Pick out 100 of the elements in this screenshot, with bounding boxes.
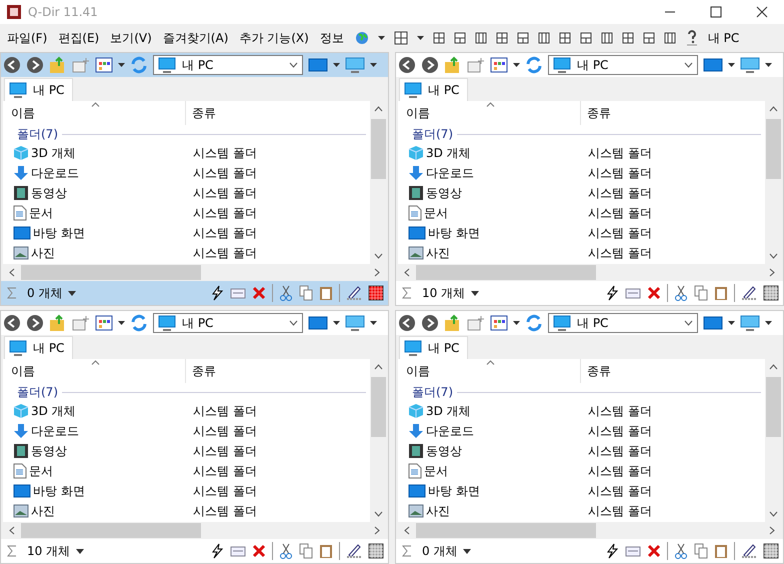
clipboard-icon[interactable] — [714, 285, 728, 301]
scroll-up-icon[interactable] — [768, 364, 778, 370]
column-header[interactable]: 이름 — [3, 359, 186, 383]
pencil-icon[interactable] — [741, 285, 757, 301]
file-name[interactable]: 동영상 — [426, 442, 462, 460]
caret-icon[interactable] — [765, 321, 772, 325]
address-field[interactable]: 내 PC — [548, 313, 698, 333]
group-header[interactable]: 폴더(7) — [17, 384, 58, 400]
scroll-right-icon[interactable] — [769, 268, 775, 277]
item-count[interactable]: 0 개체 — [422, 542, 458, 560]
file-name[interactable]: 사진 — [31, 502, 55, 520]
scissors-icon[interactable] — [279, 543, 293, 559]
view-icon[interactable] — [95, 315, 113, 331]
file-name[interactable]: 3D 개체 — [426, 144, 471, 162]
caret-icon[interactable] — [513, 63, 520, 67]
layout-icon[interactable] — [516, 32, 529, 44]
caret-icon[interactable] — [76, 548, 84, 554]
column-header[interactable]: 종류 — [186, 104, 216, 122]
chevron-icon[interactable] — [289, 62, 298, 68]
scissors-icon[interactable] — [674, 285, 688, 301]
forward-icon[interactable] — [421, 56, 439, 74]
column-header[interactable]: 이름 — [3, 101, 186, 125]
address-field[interactable]: 내 PC — [548, 55, 698, 75]
caret-icon[interactable] — [118, 63, 125, 67]
scroll-up-icon[interactable] — [768, 106, 778, 112]
delete-icon[interactable] — [647, 544, 661, 558]
layout-icon[interactable] — [600, 32, 613, 44]
group-header[interactable]: 폴더(7) — [17, 126, 58, 142]
file-name[interactable]: 바탕 화면 — [33, 224, 85, 242]
folder-up-icon[interactable] — [444, 314, 462, 332]
folder-up-icon[interactable] — [49, 314, 67, 332]
file-name[interactable]: 사진 — [426, 244, 450, 262]
clipboard-icon[interactable] — [319, 285, 333, 301]
column-header[interactable]: 이름 — [398, 101, 581, 125]
caret-icon[interactable] — [728, 63, 735, 67]
monitor-icon[interactable] — [703, 316, 723, 330]
back-icon[interactable] — [398, 56, 416, 74]
clipboard-icon[interactable] — [714, 543, 728, 559]
back-icon[interactable] — [3, 314, 21, 332]
globe-icon[interactable] — [354, 31, 369, 45]
caret-icon[interactable] — [471, 290, 480, 296]
scroll-left-icon[interactable] — [9, 268, 15, 277]
scroll-up-icon[interactable] — [374, 106, 382, 112]
caret-icon[interactable] — [513, 321, 520, 325]
envelope-icon[interactable] — [230, 545, 246, 557]
scroll-right-icon[interactable] — [769, 526, 775, 535]
pencil-icon[interactable] — [741, 543, 757, 559]
item-count[interactable]: 10 개체 — [422, 284, 466, 302]
caret-icon[interactable] — [68, 290, 76, 296]
maximize-icon[interactable] — [710, 6, 722, 18]
scissors-icon[interactable] — [279, 285, 293, 301]
copy-icon[interactable] — [299, 543, 313, 559]
help-icon[interactable] — [684, 30, 699, 46]
menu-item[interactable]: 추가 기능(X) — [239, 30, 309, 46]
scroll-left-icon[interactable] — [404, 526, 410, 535]
scroll-left-icon[interactable] — [404, 268, 410, 277]
monitor-icon[interactable] — [308, 316, 328, 330]
caret-icon[interactable] — [378, 36, 385, 40]
file-name[interactable]: 다운로드 — [31, 164, 79, 182]
file-name[interactable]: 동영상 — [31, 442, 67, 460]
computer-icon[interactable] — [345, 315, 365, 331]
clipboard-icon[interactable] — [319, 543, 333, 559]
caret-icon[interactable] — [370, 321, 377, 325]
menu-item[interactable]: 보기(V) — [110, 30, 152, 46]
caret-icon[interactable] — [463, 548, 472, 554]
file-name[interactable]: 다운로드 — [31, 422, 79, 440]
tab[interactable]: 내 PC — [399, 78, 468, 101]
menu-item[interactable]: 편집(E) — [58, 30, 100, 46]
view-icon[interactable] — [490, 57, 508, 73]
file-name[interactable]: 3D 개체 — [31, 144, 76, 162]
file-name[interactable]: 문서 — [424, 462, 448, 480]
column-header[interactable]: 종류 — [186, 362, 216, 380]
view-icon[interactable] — [95, 57, 113, 73]
file-name[interactable]: 문서 — [424, 204, 448, 222]
refresh-icon[interactable] — [525, 314, 543, 332]
lightning-icon[interactable] — [210, 285, 224, 301]
grid-icon[interactable] — [368, 543, 384, 559]
pencil-icon[interactable] — [346, 285, 362, 301]
file-name[interactable]: 문서 — [29, 204, 53, 222]
lightning-icon[interactable] — [210, 543, 224, 559]
envelope-icon[interactable] — [230, 287, 246, 299]
layout-icon[interactable] — [580, 32, 592, 44]
group-header[interactable]: 폴더(7) — [412, 126, 453, 142]
item-count[interactable]: 10 개체 — [27, 542, 70, 560]
tab[interactable]: 내 PC — [399, 336, 468, 359]
scroll-down-icon[interactable] — [374, 511, 382, 517]
pencil-icon[interactable] — [346, 543, 362, 559]
address-field[interactable]: 내 PC — [153, 55, 303, 75]
file-name[interactable]: 사진 — [426, 502, 450, 520]
forward-icon[interactable] — [421, 314, 439, 332]
item-count[interactable]: 0 개체 — [27, 284, 62, 302]
tab[interactable]: 내 PC — [4, 336, 74, 359]
back-icon[interactable] — [398, 314, 416, 332]
file-name[interactable]: 3D 개체 — [31, 402, 76, 420]
grid-icon[interactable] — [763, 543, 779, 559]
file-name[interactable]: 사진 — [31, 244, 55, 262]
layout-icon[interactable] — [474, 32, 487, 44]
new-folder-icon[interactable] — [467, 315, 485, 331]
copy-icon[interactable] — [694, 285, 708, 301]
computer-icon[interactable] — [740, 57, 760, 73]
